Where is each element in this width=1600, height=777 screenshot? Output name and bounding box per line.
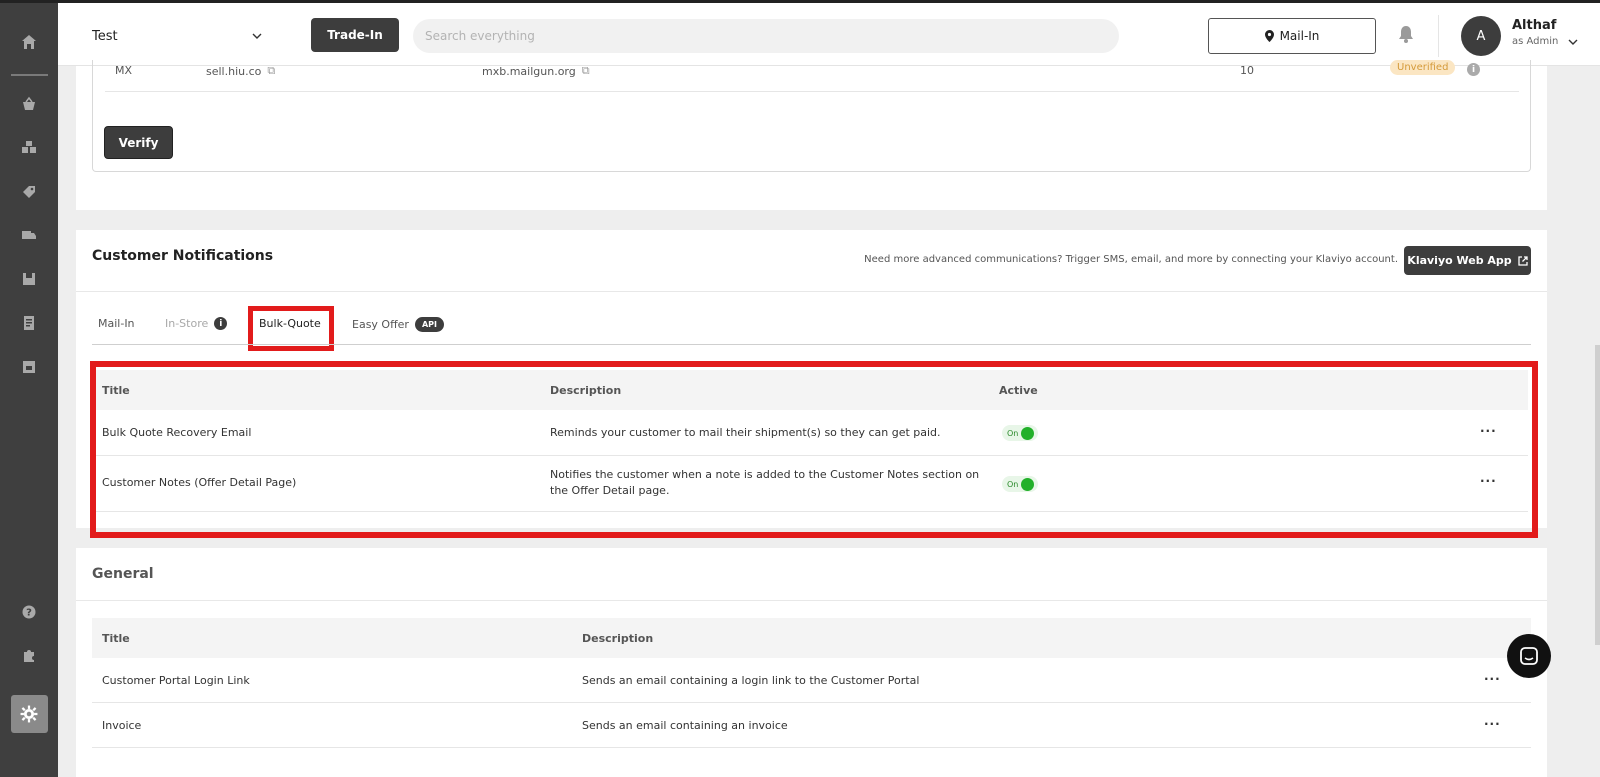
section-title: General xyxy=(92,566,154,582)
row-description: Sends an email containing an invoice xyxy=(582,719,788,732)
user-menu-chevron-icon[interactable] xyxy=(1568,30,1578,49)
svg-text:?: ? xyxy=(26,608,32,619)
invoice-icon[interactable] xyxy=(15,309,43,337)
dns-type: MX xyxy=(115,64,133,77)
tab-in-store[interactable]: In-Store i xyxy=(165,317,228,330)
settings-icon[interactable] xyxy=(15,700,43,728)
api-badge: API xyxy=(414,317,444,332)
verify-button[interactable]: Verify xyxy=(104,126,173,159)
trade-in-button[interactable]: Trade-In xyxy=(311,18,399,52)
dns-value: mxb.mailgun.org xyxy=(482,64,576,78)
status-badge: Unverified xyxy=(1390,60,1456,75)
topbar-separator xyxy=(1438,15,1439,57)
table-row[interactable]: Customer Portal Login Link Sends an emai… xyxy=(92,658,1531,703)
divider xyxy=(76,291,1547,292)
dns-host-cell: sell.hiu.co ⧉ xyxy=(206,64,275,78)
tab-label: Mail-In xyxy=(98,317,135,330)
chat-icon xyxy=(1520,647,1538,665)
sidebar: ? xyxy=(0,0,58,777)
row-description: Sends an email containing a login link t… xyxy=(582,674,920,687)
dns-priority: 10 xyxy=(1240,64,1254,77)
tab-label: Easy Offer xyxy=(352,318,409,331)
store-select[interactable]: Test xyxy=(92,19,262,53)
dns-value-cell: mxb.mailgun.org ⧉ xyxy=(482,64,590,78)
more-options-icon[interactable]: ··· xyxy=(1484,717,1501,731)
klaviyo-hint: Need more advanced communications? Trigg… xyxy=(864,254,1398,265)
klaviyo-button-label: Klaviyo Web App xyxy=(1407,254,1512,267)
store-icon[interactable] xyxy=(15,353,43,381)
more-options-icon[interactable]: ··· xyxy=(1484,672,1501,686)
chevron-down-icon xyxy=(252,33,262,39)
klaviyo-web-app-button[interactable]: Klaviyo Web App xyxy=(1404,246,1531,275)
user-name[interactable]: Althaf xyxy=(1512,18,1556,33)
inventory-icon[interactable] xyxy=(15,265,43,293)
location-pin-icon xyxy=(1264,30,1274,42)
column-title: Title xyxy=(102,632,130,645)
tab-label: In-Store xyxy=(165,317,209,330)
info-icon[interactable]: i xyxy=(1467,63,1480,76)
column-description: Description xyxy=(582,632,654,645)
home-icon[interactable] xyxy=(15,28,43,56)
table-row[interactable]: Invoice Sends an email containing an inv… xyxy=(92,703,1531,748)
external-link-icon xyxy=(1518,255,1528,266)
divider xyxy=(76,600,1547,601)
store-name: Test xyxy=(92,28,118,44)
tabs-underline xyxy=(92,344,1531,345)
table-header: Title Description xyxy=(92,618,1531,658)
dns-host: sell.hiu.co xyxy=(206,64,262,78)
search-input[interactable] xyxy=(413,19,1119,53)
row-title: Customer Portal Login Link xyxy=(102,674,250,687)
boxes-icon[interactable] xyxy=(15,133,43,161)
row-title: Invoice xyxy=(102,719,142,732)
info-icon[interactable]: i xyxy=(214,317,228,330)
puzzle-icon[interactable] xyxy=(15,641,43,669)
user-role: as Admin xyxy=(1512,36,1559,47)
avatar[interactable]: A xyxy=(1461,16,1501,56)
copy-icon[interactable]: ⧉ xyxy=(267,64,275,78)
section-title: Customer Notifications xyxy=(92,248,274,264)
copy-icon[interactable]: ⧉ xyxy=(582,64,590,78)
dns-records-card: MX sell.hiu.co ⧉ mxb.mailgun.org ⧉ 10 Un… xyxy=(76,60,1547,210)
table-highlight-box xyxy=(90,361,1538,538)
table-row: MX sell.hiu.co ⧉ mxb.mailgun.org ⧉ 10 Un… xyxy=(105,60,1519,92)
mail-in-location-button[interactable]: Mail-In xyxy=(1208,18,1376,54)
sidebar-divider xyxy=(11,74,48,76)
basket-icon[interactable] xyxy=(15,90,43,118)
dns-records-table: MX sell.hiu.co ⧉ mxb.mailgun.org ⧉ 10 Un… xyxy=(92,60,1531,172)
dns-status-cell: Unverified xyxy=(1390,60,1456,75)
scrollbar[interactable] xyxy=(1595,345,1600,645)
shipping-icon[interactable] xyxy=(15,221,43,249)
chat-launcher-button[interactable] xyxy=(1507,634,1551,678)
tab-easy-offer[interactable]: Easy Offer API xyxy=(352,317,444,332)
help-icon[interactable]: ? xyxy=(15,598,43,626)
bell-icon[interactable] xyxy=(1398,25,1414,47)
general-table: Title Description Customer Portal Login … xyxy=(92,618,1531,748)
pricing-icon[interactable] xyxy=(15,178,43,206)
top-bar: Test Trade-In Mail-In A Althaf as Admin xyxy=(58,0,1600,66)
tab-mail-in[interactable]: Mail-In xyxy=(98,317,135,330)
mail-in-label: Mail-In xyxy=(1279,29,1320,43)
general-card: General Title Description Customer Porta… xyxy=(76,548,1547,777)
